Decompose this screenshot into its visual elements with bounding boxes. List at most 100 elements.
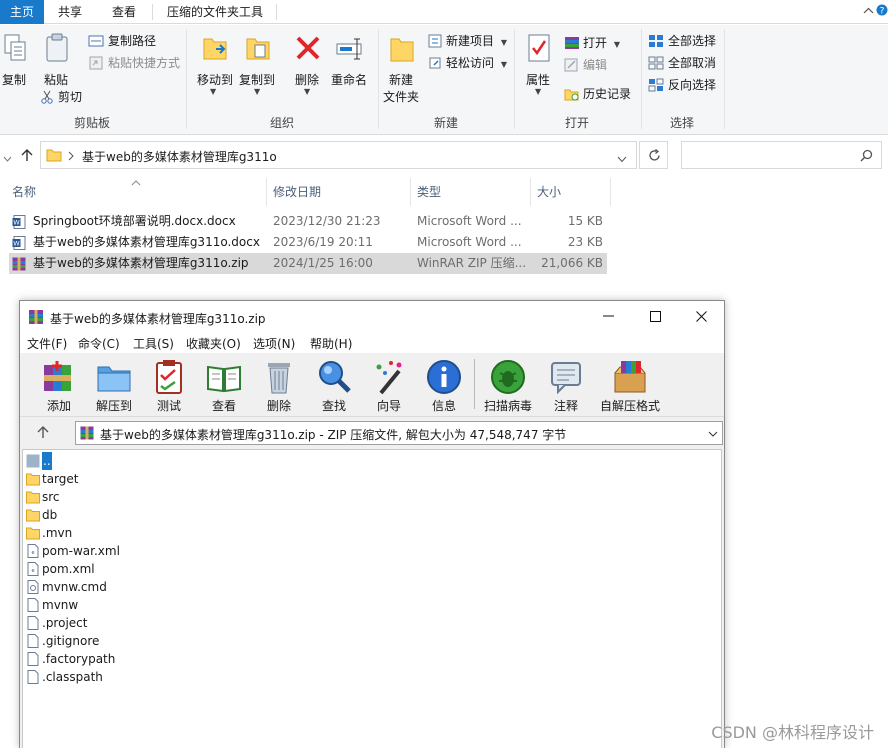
- select-none-button[interactable]: 全部取消: [648, 53, 716, 73]
- entry-name: pom.xml: [42, 562, 95, 576]
- edit-icon: [564, 58, 578, 72]
- test-label: 测试: [156, 399, 181, 413]
- column-divider[interactable]: [530, 178, 531, 206]
- group-divider: [724, 29, 725, 129]
- refresh-icon: [649, 149, 660, 161]
- tab-compressed-folder-tools[interactable]: 压缩的文件夹工具: [156, 0, 274, 24]
- comment-label: 注释: [553, 399, 578, 413]
- rename-icon: [336, 38, 362, 60]
- ribbon-collapse-icon[interactable]: [863, 5, 874, 18]
- svg-text:?: ?: [880, 7, 885, 17]
- up-one-level-button[interactable]: [36, 425, 50, 443]
- magnifier-icon: [319, 361, 351, 393]
- recent-locations-chevron-icon[interactable]: [3, 151, 12, 165]
- sfx-button[interactable]: 自解压格式: [598, 357, 662, 415]
- breadcrumb-chevron-icon[interactable]: [68, 150, 74, 164]
- help-icon[interactable]: ?: [876, 3, 888, 17]
- column-header-type[interactable]: 类型: [417, 183, 441, 200]
- tab-home[interactable]: 主页: [0, 0, 44, 24]
- sfx-label: 自解压格式: [599, 399, 660, 413]
- close-button[interactable]: [696, 310, 707, 326]
- select-all-label: 全部选择: [668, 34, 717, 48]
- delete-x-icon: [296, 36, 320, 60]
- virus-scan-label: 扫描病毒: [483, 399, 532, 413]
- column-header-name[interactable]: 名称: [12, 183, 36, 200]
- breadcrumb-current[interactable]: 基于web的多媒体素材管理库g311o: [82, 148, 277, 165]
- menu-tools[interactable]: 工具(S): [133, 335, 174, 352]
- winrar-title-bar[interactable]: 基于web的多媒体素材管理库g311o.zip: [20, 301, 724, 333]
- file-icon: [27, 616, 39, 630]
- search-input[interactable]: [681, 141, 882, 169]
- column-divider[interactable]: [266, 178, 267, 206]
- menu-favorites[interactable]: 收藏夹(O): [186, 335, 241, 352]
- file-row[interactable]: W 基于web的多媒体素材管理库g311o.docx 2023/6/19 20:…: [9, 232, 607, 253]
- file-row[interactable]: W Springboot环境部署说明.docx.docx 2023/12/30 …: [9, 211, 607, 232]
- tab-view[interactable]: 查看: [96, 0, 152, 24]
- menu-file[interactable]: 文件(F): [27, 335, 67, 352]
- add-button[interactable]: 添加: [31, 357, 87, 415]
- info-button[interactable]: 信息: [416, 357, 472, 415]
- open-label: 打开: [583, 36, 608, 50]
- folder-icon: [26, 527, 40, 540]
- copy-to-icon: [246, 38, 270, 60]
- ribbon-tab-bar: 主页 共享 查看 压缩的文件夹工具 ?: [0, 0, 888, 24]
- delete-label: 删除: [295, 73, 320, 87]
- winrar-path-bar: 基于web的多媒体素材管理库g311o.zip - ZIP 压缩文件, 解包大小…: [20, 417, 724, 449]
- edit-button[interactable]: 编辑: [564, 55, 607, 75]
- folder-icon: [46, 149, 62, 162]
- trash-can-icon: [268, 363, 290, 394]
- chevron-down-icon: ▼: [254, 87, 261, 96]
- entry-name: db: [42, 508, 58, 522]
- scissors-icon: [41, 90, 53, 104]
- chevron-down-icon: ▼: [500, 60, 507, 69]
- xml-file-icon: e: [27, 544, 39, 558]
- virus-scan-button[interactable]: 扫描病毒: [480, 357, 536, 415]
- easy-access-button[interactable]: 轻松访问 ▼: [428, 53, 507, 73]
- chevron-down-icon: ▼: [500, 38, 507, 47]
- entry-name: src: [42, 490, 60, 504]
- up-arrow-icon[interactable]: [20, 148, 34, 165]
- column-divider[interactable]: [410, 178, 411, 206]
- archive-books-icon: [44, 361, 71, 391]
- refresh-button[interactable]: [639, 141, 668, 169]
- file-date: 2024/1/25 16:00: [273, 256, 373, 270]
- menu-help[interactable]: 帮助(H): [310, 335, 352, 352]
- new-item-label: 新建项目: [446, 34, 495, 48]
- winrar-toolbar: 添加 解压到 测试 查看 删除 查找 向导 信息 扫描病毒 注释 自解压格式: [20, 353, 724, 417]
- column-divider[interactable]: [610, 178, 611, 206]
- open-button[interactable]: 打开 ▼: [564, 33, 620, 53]
- menu-commands[interactable]: 命令(C): [78, 335, 120, 352]
- column-header-size[interactable]: 大小: [537, 183, 561, 200]
- file-row[interactable]: 基于web的多媒体素材管理库g311o.zip 2024/1/25 16:00 …: [9, 253, 607, 274]
- move-to-label: 移动到: [197, 73, 234, 87]
- open-group-label: 打开: [564, 116, 589, 130]
- comment-icon: [551, 362, 581, 395]
- copy-path-icon: [88, 35, 104, 47]
- select-all-button[interactable]: 全部选择: [648, 31, 716, 51]
- test-button[interactable]: 测试: [141, 357, 197, 415]
- invert-selection-button[interactable]: 反向选择: [648, 75, 716, 95]
- chevron-down-icon: ▼: [613, 40, 620, 49]
- extract-to-button[interactable]: 解压到: [86, 357, 142, 415]
- menu-options[interactable]: 选项(N): [253, 335, 295, 352]
- entry-name: ..: [42, 452, 52, 470]
- copy-path-button[interactable]: 复制路径: [88, 31, 156, 51]
- history-button[interactable]: 历史记录: [564, 84, 631, 104]
- column-header-date[interactable]: 修改日期: [273, 183, 321, 200]
- view-button[interactable]: 查看: [196, 357, 252, 415]
- wizard-button[interactable]: 向导: [361, 357, 417, 415]
- address-history-chevron-icon[interactable]: [617, 152, 627, 166]
- file-name: 基于web的多媒体素材管理库g311o.docx: [33, 235, 260, 249]
- comment-button[interactable]: 注释: [538, 357, 594, 415]
- maximize-button[interactable]: [650, 310, 661, 326]
- winrar-app-icon: [29, 310, 43, 324]
- new-item-button[interactable]: 新建项目 ▼: [428, 31, 507, 51]
- paste-shortcut-button[interactable]: 粘贴快捷方式: [88, 53, 180, 73]
- find-button[interactable]: 查找: [306, 357, 362, 415]
- archive-path-dropdown[interactable]: 基于web的多媒体素材管理库g311o.zip - ZIP 压缩文件, 解包大小…: [75, 421, 723, 445]
- cut-button[interactable]: 剪切: [40, 87, 82, 107]
- delete-archive-button[interactable]: 删除: [251, 357, 307, 415]
- minimize-button[interactable]: [603, 309, 614, 325]
- archive-file-list[interactable]: .. target src db .mvn e pom-war.xml e po…: [22, 449, 722, 748]
- tab-share[interactable]: 共享: [44, 0, 96, 24]
